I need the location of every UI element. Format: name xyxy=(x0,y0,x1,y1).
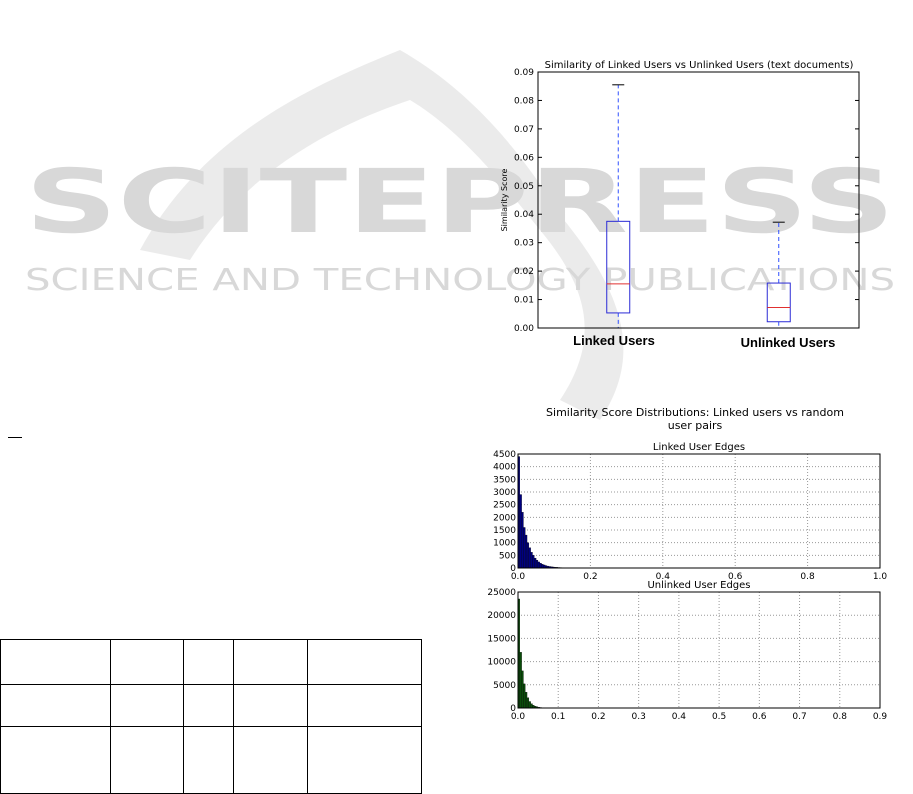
table-cell xyxy=(184,685,234,727)
hist-bar xyxy=(527,698,529,708)
y-tick-label: 15000 xyxy=(487,634,516,644)
x-tick-label: 0.4 xyxy=(672,712,687,722)
table-cell xyxy=(111,727,184,794)
y-tick-label: 0 xyxy=(510,564,516,574)
table-cell xyxy=(234,640,308,685)
y-tick-label: 3500 xyxy=(493,475,516,485)
boxplot-category-linked: Linked Users xyxy=(573,333,655,348)
x-tick-label: 0.8 xyxy=(833,712,848,722)
hist-bar xyxy=(522,671,524,708)
hist-bar xyxy=(529,702,531,708)
hist-bar xyxy=(542,564,544,568)
table-cell xyxy=(1,727,111,794)
y-tick-label: 3000 xyxy=(493,488,516,498)
hist-bar xyxy=(529,548,531,568)
unlinked-histogram: Unlinked User Edges0.00.10.20.30.40.50.6… xyxy=(470,576,910,722)
hist-bar xyxy=(525,692,527,708)
x-tick-label: 0.9 xyxy=(873,712,888,722)
y-tick-label: 0 xyxy=(510,704,516,714)
y-tick-label: 25000 xyxy=(487,588,516,598)
y-tick-label: 10000 xyxy=(487,658,516,668)
y-tick-label: 500 xyxy=(499,551,516,561)
hist-bar xyxy=(536,560,538,568)
table-row xyxy=(1,727,422,794)
footnote-rule xyxy=(8,437,22,438)
y-tick-label: 0.03 xyxy=(514,239,534,249)
y-tick-label: 0.02 xyxy=(514,267,534,277)
y-tick-label: 0.05 xyxy=(514,182,534,192)
x-tick-label: 0.3 xyxy=(632,712,646,722)
y-tick-label: 0.06 xyxy=(514,153,534,163)
hist-bar xyxy=(520,495,522,568)
table-cell xyxy=(234,727,308,794)
hist-bar xyxy=(531,552,533,568)
boxplot-y-ticks: 0.00 0.01 0.02 0.03 0.04 0.05 0.06 0.07 0.08 0.09 xyxy=(514,68,859,334)
empty-table xyxy=(0,639,422,794)
hist-bar xyxy=(532,555,534,568)
y-tick-label: 20000 xyxy=(487,611,516,621)
y-tick-label: 1500 xyxy=(493,526,516,536)
table-cell xyxy=(1,640,111,685)
table-cell xyxy=(308,727,422,794)
hist-bar xyxy=(534,558,536,568)
iqr-box xyxy=(607,221,630,313)
y-tick-label: 0.08 xyxy=(514,96,534,106)
y-tick-label: 0.09 xyxy=(514,68,534,78)
y-tick-label: 0.00 xyxy=(514,324,534,334)
hist-bar xyxy=(523,527,525,568)
table-cell xyxy=(308,685,422,727)
hist-axes-frame xyxy=(518,454,880,568)
y-tick-label: 2500 xyxy=(493,501,516,511)
boxplot-boxes xyxy=(607,85,791,328)
y-tick-label: 0.01 xyxy=(514,296,534,306)
hist-title: Linked User Edges xyxy=(653,442,745,453)
boxplot-title: Similarity of Linked Users vs Unlinked U… xyxy=(545,60,854,71)
table-cell xyxy=(111,685,184,727)
hist-bar xyxy=(527,543,529,568)
hist-bar xyxy=(540,563,542,568)
hist-axes-frame xyxy=(518,592,880,708)
hist-bar xyxy=(525,535,527,568)
boxplot-y-label: Similarity Score xyxy=(500,169,509,232)
table-cell xyxy=(184,640,234,685)
boxplot-category-unlinked: Unlinked Users xyxy=(741,335,836,350)
boxplot-axes-frame xyxy=(538,72,859,328)
table-row xyxy=(1,640,422,685)
x-tick-label: 0.1 xyxy=(551,712,565,722)
y-tick-label: 5000 xyxy=(493,681,516,691)
hist-figure-title: Similarity Score Distributions: Linked u… xyxy=(470,406,913,432)
y-tick-label: 0.04 xyxy=(514,210,534,220)
hist-bar xyxy=(531,704,533,708)
hist-figure-title-line1: Similarity Score Distributions: Linked u… xyxy=(470,406,913,419)
hist-bar xyxy=(522,512,524,568)
boxplot-chart: Similarity of Linked Users vs Unlinked U… xyxy=(470,55,910,355)
hist-bar xyxy=(523,684,525,708)
y-tick-label: 1000 xyxy=(493,539,516,549)
hist-title: Unlinked User Edges xyxy=(647,580,750,591)
x-tick-label: 0.5 xyxy=(712,712,726,722)
x-tick-label: 0.6 xyxy=(752,712,767,722)
table-cell xyxy=(111,640,184,685)
linked-histogram: Linked User Edges0.00.20.40.60.81.005001… xyxy=(470,436,910,582)
y-tick-label: 4500 xyxy=(493,450,516,460)
table-cell xyxy=(234,685,308,727)
y-tick-label: 4000 xyxy=(493,463,516,473)
x-tick-label: 0.7 xyxy=(792,712,806,722)
hist-figure-title-line2: user pairs xyxy=(470,419,913,432)
hist-bar xyxy=(520,652,522,708)
table-row xyxy=(1,685,422,727)
table-cell xyxy=(308,640,422,685)
table-cell xyxy=(1,685,111,727)
iqr-box xyxy=(767,283,790,322)
x-tick-label: 0.2 xyxy=(591,712,605,722)
table-cell xyxy=(184,727,234,794)
y-tick-label: 2000 xyxy=(493,513,516,523)
y-tick-label: 0.07 xyxy=(514,125,534,135)
hist-bar xyxy=(538,562,540,568)
